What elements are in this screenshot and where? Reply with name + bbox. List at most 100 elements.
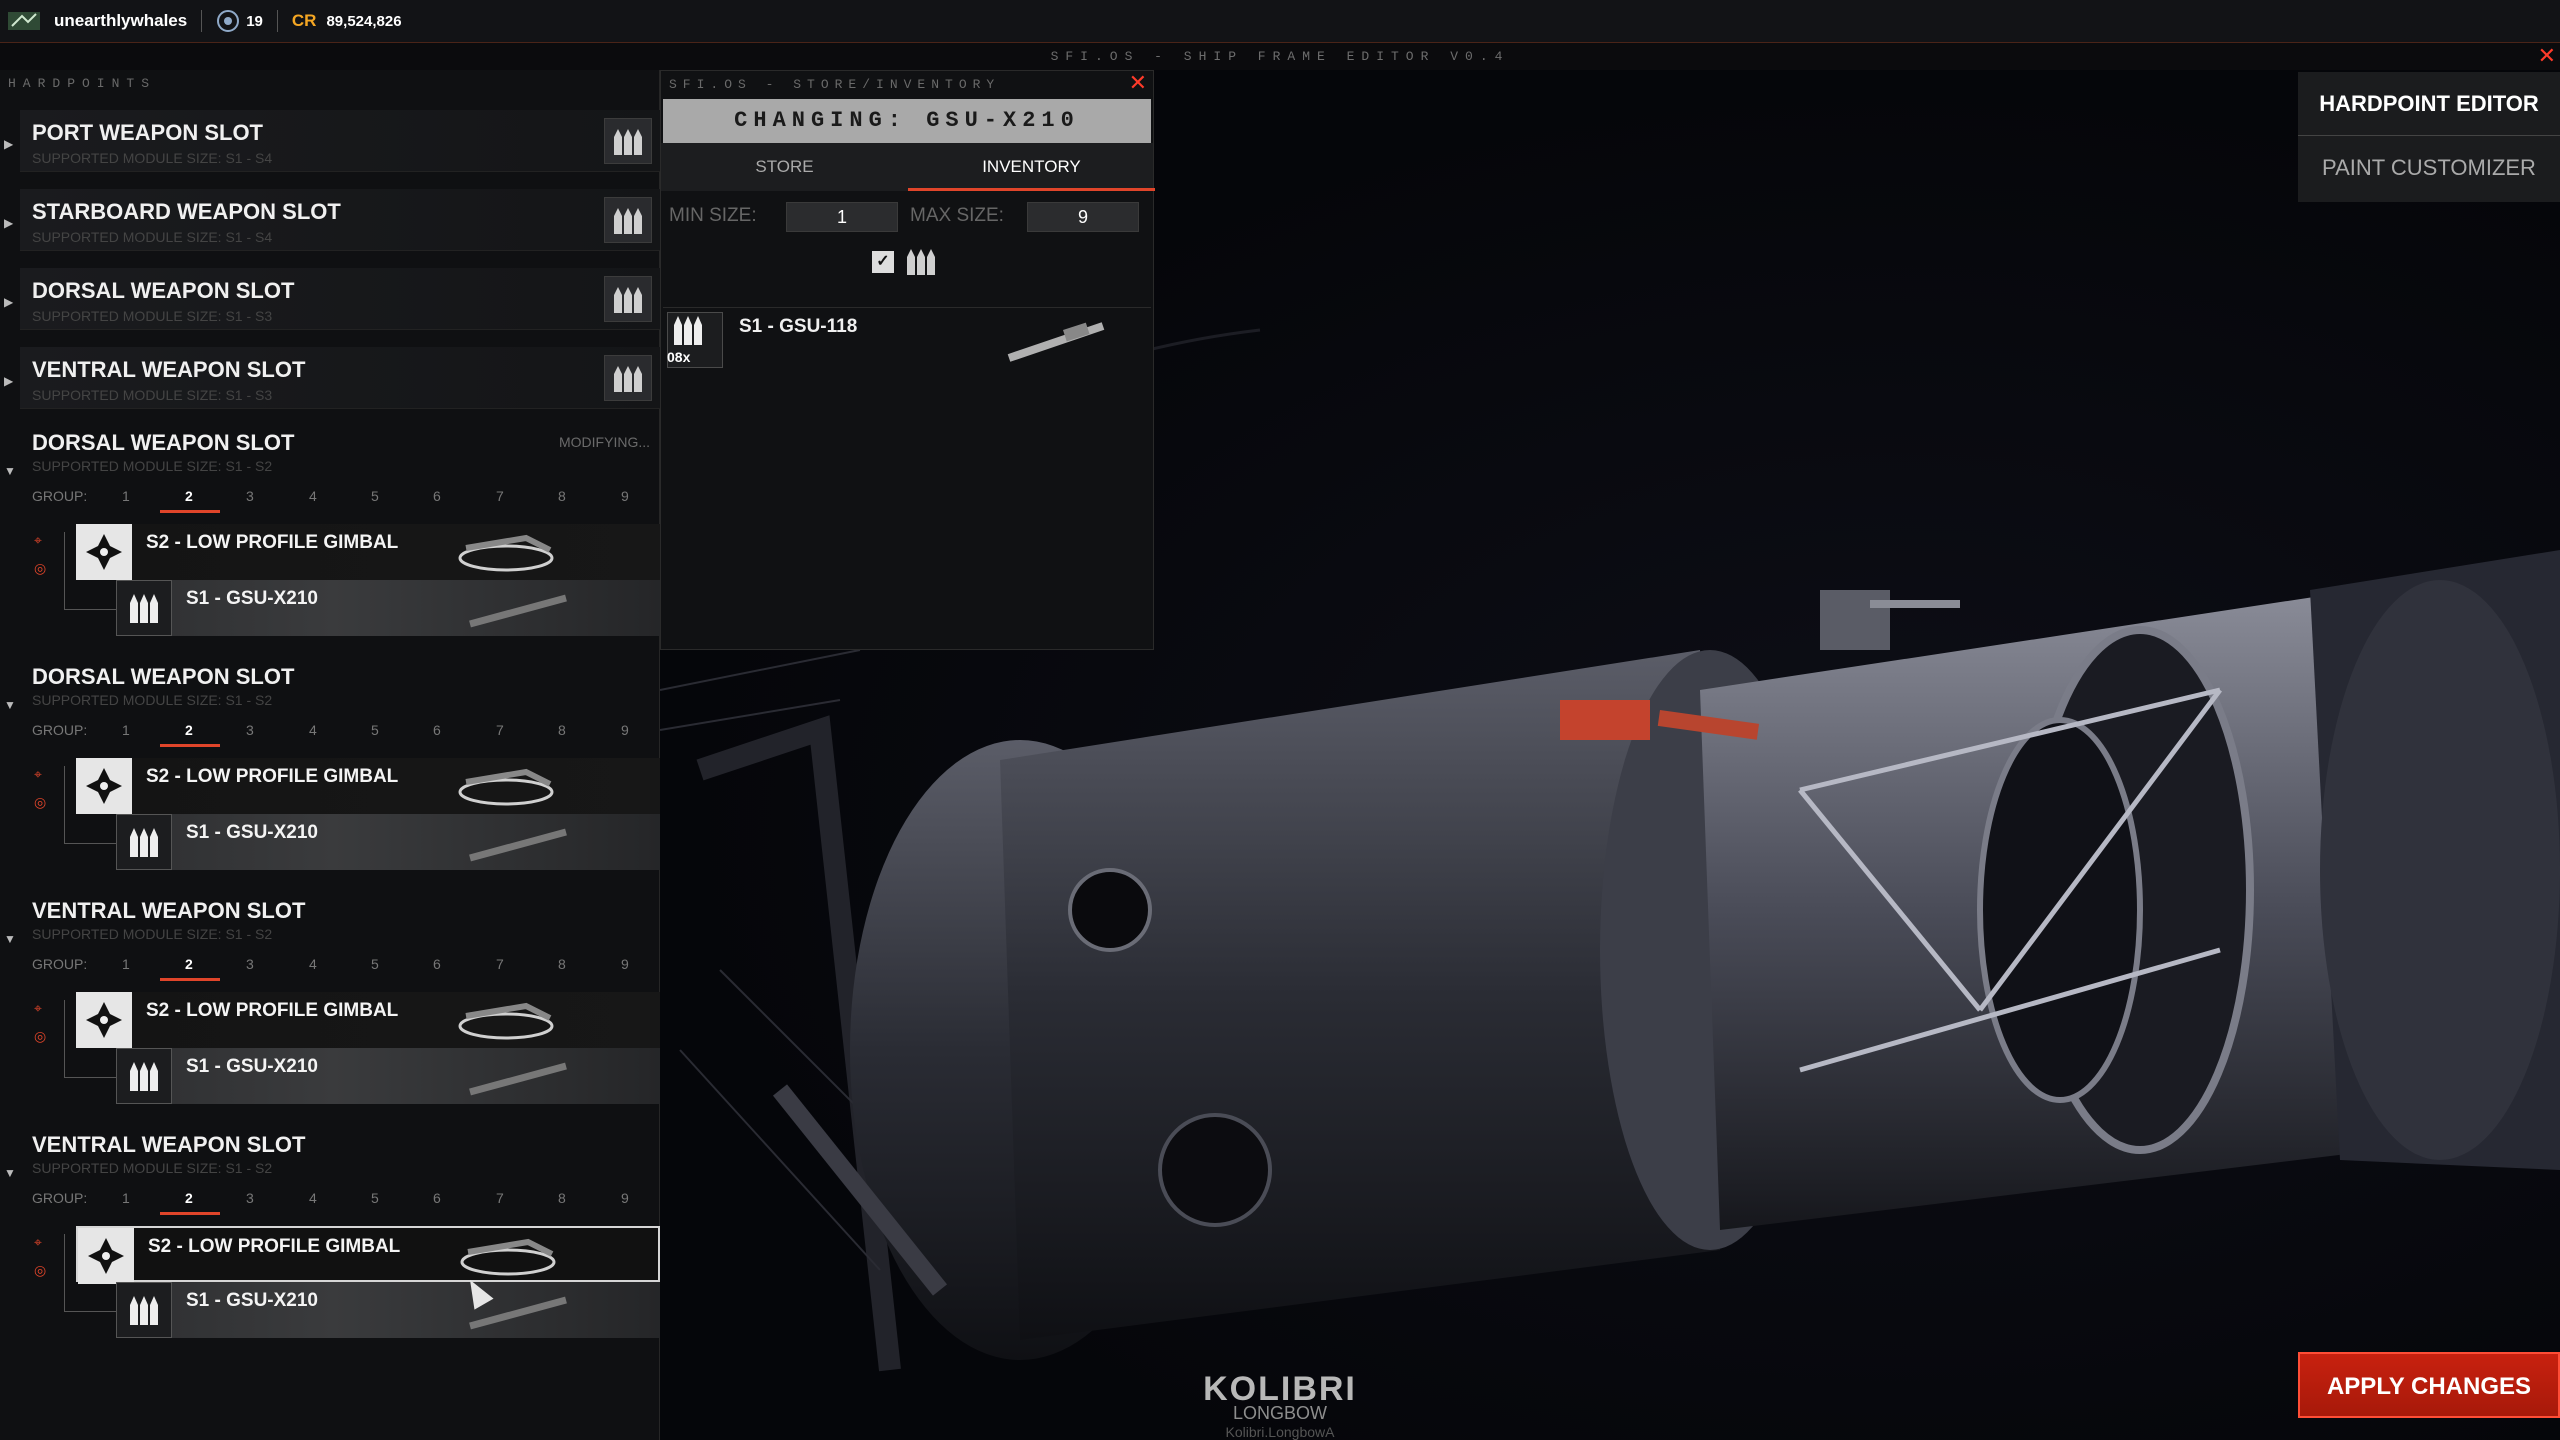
weapon-module[interactable]: S1 - GSU-X210: [116, 580, 660, 636]
group-4[interactable]: 4: [309, 956, 317, 972]
slot-ventral[interactable]: VENTRAL WEAPON SLOT SUPPORTED MODULE SIZ…: [20, 347, 660, 409]
ammo-icon: [907, 249, 935, 275]
group-3[interactable]: 3: [246, 722, 254, 738]
group-5[interactable]: 5: [371, 722, 379, 738]
group-6[interactable]: 6: [433, 1190, 441, 1206]
group-2[interactable]: 2: [185, 1190, 193, 1206]
avatar-icon[interactable]: [8, 8, 40, 34]
group-8[interactable]: 8: [558, 488, 566, 504]
ship-label: KOLIBRI LONGBOW Kolibri.LongbowA: [1160, 1370, 1400, 1440]
group-9[interactable]: 9: [621, 956, 629, 972]
weapon-module[interactable]: S1 - GSU-X210: [116, 814, 660, 870]
group-9[interactable]: 9: [621, 722, 629, 738]
collapse-arrow-icon[interactable]: ▼: [4, 464, 16, 478]
gimbal-module[interactable]: S2 - LOW PROFILE GIMBAL: [76, 992, 660, 1048]
link-icon[interactable]: ◎: [34, 560, 46, 577]
group-5[interactable]: 5: [371, 956, 379, 972]
gimbal-module[interactable]: S2 - LOW PROFILE GIMBAL: [76, 758, 660, 814]
slot-name: PORT WEAPON SLOT: [32, 120, 263, 145]
group-7[interactable]: 7: [496, 1190, 504, 1206]
group-8[interactable]: 8: [558, 722, 566, 738]
ammo-icon: [604, 118, 652, 164]
top-bar: unearthlywhales 19 CR 89,524,826: [0, 0, 2560, 42]
active-group-underline: [160, 744, 220, 747]
group-3[interactable]: 3: [246, 488, 254, 504]
username[interactable]: unearthlywhales: [54, 11, 187, 31]
link-icon[interactable]: ◎: [34, 1262, 46, 1279]
weapon-module[interactable]: S1 - GSU-X210: [116, 1048, 660, 1104]
group-6[interactable]: 6: [433, 956, 441, 972]
slot-name: VENTRAL WEAPON SLOT: [32, 357, 306, 382]
group-9[interactable]: 9: [621, 1190, 629, 1206]
size-filters: MIN SIZE: 1 MAX SIZE: 9: [661, 191, 1153, 243]
group-1[interactable]: 1: [122, 488, 130, 504]
group-5[interactable]: 5: [371, 488, 379, 504]
active-group-underline: [160, 978, 220, 981]
close-icon[interactable]: ✕: [1129, 71, 1147, 96]
tab-store[interactable]: STORE: [661, 143, 908, 191]
expand-arrow-icon[interactable]: ▶: [4, 374, 13, 388]
gimbal-module[interactable]: S2 - LOW PROFILE GIMBAL: [76, 1226, 660, 1284]
collapse-arrow-icon[interactable]: ▼: [4, 1166, 16, 1180]
slot-name: VENTRAL WEAPON SLOT: [32, 898, 306, 923]
slot-expanded: VENTRAL WEAPON SLOT SUPPORTED MODULE SIZ…: [20, 1124, 660, 1348]
group-3[interactable]: 3: [246, 956, 254, 972]
group-6[interactable]: 6: [433, 722, 441, 738]
slot-port[interactable]: PORT WEAPON SLOT SUPPORTED MODULE SIZE: …: [20, 110, 660, 172]
paint-customizer-button[interactable]: PAINT CUSTOMIZER: [2298, 136, 2560, 200]
group-2[interactable]: 2: [185, 488, 193, 504]
weapon-name: S1 - GSU-X210: [186, 1056, 318, 1077]
min-size-input[interactable]: 1: [786, 202, 898, 232]
slot-support: SUPPORTED MODULE SIZE: S1 - S4: [32, 229, 273, 245]
group-4[interactable]: 4: [309, 722, 317, 738]
expand-arrow-icon[interactable]: ▶: [4, 137, 13, 151]
gimbal-preview-image: [458, 768, 554, 806]
group-5[interactable]: 5: [371, 1190, 379, 1206]
slot-starboard[interactable]: STARBOARD WEAPON SLOT SUPPORTED MODULE S…: [20, 189, 660, 251]
link-icon[interactable]: ◎: [34, 794, 46, 811]
group-7[interactable]: 7: [496, 956, 504, 972]
gimbal-module[interactable]: S2 - LOW PROFILE GIMBAL: [76, 524, 660, 580]
credits-label: CR: [291, 11, 317, 30]
expand-arrow-icon[interactable]: ▶: [4, 216, 13, 230]
max-size-input[interactable]: 9: [1027, 202, 1139, 232]
target-icon[interactable]: ⌖: [34, 766, 42, 783]
group-label: GROUP:: [32, 488, 88, 504]
group-2[interactable]: 2: [185, 722, 193, 738]
expand-arrow-icon[interactable]: ▶: [4, 295, 13, 309]
slot-dorsal[interactable]: DORSAL WEAPON SLOT SUPPORTED MODULE SIZE…: [20, 268, 660, 330]
store-inventory-panel: SFI.OS - STORE/INVENTORY ✕ CHANGING: GSU…: [660, 70, 1155, 650]
tab-inventory[interactable]: INVENTORY: [908, 143, 1155, 191]
group-1[interactable]: 1: [122, 1190, 130, 1206]
ammo-filter-checkbox[interactable]: ✓: [872, 251, 894, 273]
group-1[interactable]: 1: [122, 956, 130, 972]
gimbal-name: S2 - LOW PROFILE GIMBAL: [146, 532, 399, 553]
weapon-preview-image: [1007, 322, 1105, 362]
target-icon[interactable]: ⌖: [34, 532, 42, 549]
collapse-arrow-icon[interactable]: ▼: [4, 698, 16, 712]
group-4[interactable]: 4: [309, 488, 317, 504]
group-6[interactable]: 6: [433, 488, 441, 504]
close-icon[interactable]: ✕: [2538, 43, 2556, 71]
group-2[interactable]: 2: [185, 956, 193, 972]
group-7[interactable]: 7: [496, 488, 504, 504]
target-icon[interactable]: ⌖: [34, 1000, 42, 1017]
collapse-arrow-icon[interactable]: ▼: [4, 932, 16, 946]
inventory-item[interactable]: 08x S1 - GSU-118: [663, 307, 1151, 368]
slot-support: SUPPORTED MODULE SIZE: S1 - S3: [32, 387, 273, 403]
group-4[interactable]: 4: [309, 1190, 317, 1206]
group-label: GROUP:: [32, 956, 88, 972]
target-icon[interactable]: ⌖: [34, 1234, 42, 1251]
weapon-module[interactable]: S1 - GSU-X210: [116, 1282, 660, 1338]
group-3[interactable]: 3: [246, 1190, 254, 1206]
group-1[interactable]: 1: [122, 722, 130, 738]
hardpoint-editor-button[interactable]: HARDPOINT EDITOR: [2298, 72, 2560, 136]
group-9[interactable]: 9: [621, 488, 629, 504]
group-8[interactable]: 8: [558, 1190, 566, 1206]
link-icon[interactable]: ◎: [34, 1028, 46, 1045]
slot-support: SUPPORTED MODULE SIZE: S1 - S2: [32, 926, 273, 942]
group-7[interactable]: 7: [496, 722, 504, 738]
group-8[interactable]: 8: [558, 956, 566, 972]
level-value: 19: [246, 12, 263, 30]
apply-changes-button[interactable]: APPLY CHANGES: [2298, 1352, 2560, 1418]
